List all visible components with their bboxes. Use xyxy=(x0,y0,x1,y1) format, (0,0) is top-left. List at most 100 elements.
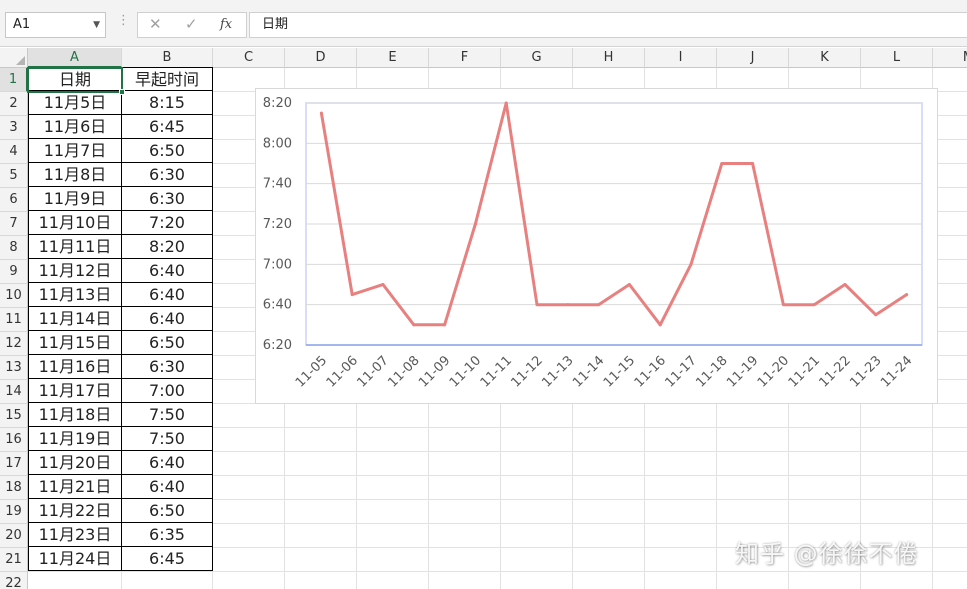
data-point xyxy=(320,112,323,115)
column-header-h[interactable]: H xyxy=(573,48,645,68)
chevron-down-icon[interactable]: ▼ xyxy=(93,13,100,37)
date-cell[interactable]: 11月22日 xyxy=(28,499,122,523)
date-cell[interactable]: 11月7日 xyxy=(28,139,122,163)
row-header-17[interactable]: 17 xyxy=(0,452,28,476)
x-tick-label: 11-17 xyxy=(663,353,700,390)
time-cell[interactable]: 6:45 xyxy=(122,547,213,571)
column-header-l[interactable]: L xyxy=(861,48,933,68)
column-header-a[interactable]: A xyxy=(28,48,122,68)
data-point xyxy=(597,303,600,306)
date-cell[interactable]: 11月6日 xyxy=(28,115,122,139)
time-cell[interactable]: 6:40 xyxy=(122,307,213,331)
name-box[interactable]: A1 ▼ xyxy=(5,12,106,38)
date-cell[interactable]: 11月13日 xyxy=(28,283,122,307)
date-cell[interactable]: 11月16日 xyxy=(28,355,122,379)
time-cell[interactable]: 6:50 xyxy=(122,331,213,355)
line-chart[interactable]: 6:206:407:007:207:408:008:2011-0511-0611… xyxy=(255,88,938,404)
data-point xyxy=(874,313,877,316)
cancel-icon[interactable]: ✕ xyxy=(149,15,162,33)
time-cell[interactable]: 8:20 xyxy=(122,235,213,259)
time-cell[interactable]: 7:00 xyxy=(122,379,213,403)
row-header-6[interactable]: 6 xyxy=(0,188,28,212)
date-cell[interactable]: 11月21日 xyxy=(28,475,122,499)
fx-icon[interactable]: fx xyxy=(220,17,232,32)
time-cell[interactable]: 7:50 xyxy=(122,427,213,451)
row-header-22[interactable]: 22 xyxy=(0,572,28,589)
column-header-c[interactable]: C xyxy=(213,48,285,68)
date-cell[interactable]: 11月5日 xyxy=(28,91,122,115)
row-header-21[interactable]: 21 xyxy=(0,548,28,572)
time-cell[interactable]: 6:40 xyxy=(122,259,213,283)
column-header-k[interactable]: K xyxy=(789,48,861,68)
x-tick-label: 11-20 xyxy=(755,353,792,390)
column-header-e[interactable]: E xyxy=(357,48,429,68)
row-header-16[interactable]: 16 xyxy=(0,428,28,452)
time-cell[interactable]: 6:40 xyxy=(122,475,213,499)
time-cell[interactable]: 6:50 xyxy=(122,499,213,523)
time-cell[interactable]: 6:30 xyxy=(122,355,213,379)
fill-handle[interactable] xyxy=(119,89,125,95)
time-cell[interactable]: 6:35 xyxy=(122,523,213,547)
time-cell[interactable]: 6:40 xyxy=(122,283,213,307)
row-header-20[interactable]: 20 xyxy=(0,524,28,548)
date-cell[interactable]: 11月19日 xyxy=(28,427,122,451)
time-cell[interactable]: 6:45 xyxy=(122,115,213,139)
column-header-i[interactable]: I xyxy=(645,48,717,68)
x-tick-label: 11-18 xyxy=(693,353,730,390)
row-header-2[interactable]: 2 xyxy=(0,92,28,116)
x-tick-label: 11-08 xyxy=(385,353,422,390)
row-header-8[interactable]: 8 xyxy=(0,236,28,260)
time-cell[interactable]: 6:30 xyxy=(122,187,213,211)
date-cell[interactable]: 11月15日 xyxy=(28,331,122,355)
header-cell-wake-time[interactable]: 早起时间 xyxy=(122,67,213,91)
row-header-5[interactable]: 5 xyxy=(0,164,28,188)
row-header-1[interactable]: 1 xyxy=(0,68,28,92)
row-header-9[interactable]: 9 xyxy=(0,260,28,284)
header-cell-date[interactable]: 日期 xyxy=(28,67,122,91)
x-tick-label: 11-24 xyxy=(878,353,915,390)
date-cell[interactable]: 11月10日 xyxy=(28,211,122,235)
formula-input[interactable]: 日期 xyxy=(249,12,967,38)
time-cell[interactable]: 6:30 xyxy=(122,163,213,187)
date-cell[interactable]: 11月24日 xyxy=(28,547,122,571)
row-header-7[interactable]: 7 xyxy=(0,212,28,236)
column-header-j[interactable]: J xyxy=(717,48,789,68)
time-cell[interactable]: 6:50 xyxy=(122,139,213,163)
date-cell[interactable]: 11月17日 xyxy=(28,379,122,403)
date-cell[interactable]: 11月23日 xyxy=(28,523,122,547)
row-header-10[interactable]: 10 xyxy=(0,284,28,308)
date-cell[interactable]: 11月8日 xyxy=(28,163,122,187)
row-header-13[interactable]: 13 xyxy=(0,356,28,380)
date-cell[interactable]: 11月11日 xyxy=(28,235,122,259)
chart-plot: 6:206:407:007:207:408:008:2011-0511-0611… xyxy=(256,89,939,405)
date-cell[interactable]: 11月9日 xyxy=(28,187,122,211)
row-header-19[interactable]: 19 xyxy=(0,500,28,524)
data-point xyxy=(566,303,569,306)
row-header-12[interactable]: 12 xyxy=(0,332,28,356)
enter-icon[interactable]: ✓ xyxy=(185,15,198,33)
time-cell[interactable]: 6:40 xyxy=(122,451,213,475)
data-point xyxy=(505,102,508,105)
row-header-11[interactable]: 11 xyxy=(0,308,28,332)
date-cell[interactable]: 11月12日 xyxy=(28,259,122,283)
time-cell[interactable]: 8:15 xyxy=(122,91,213,115)
row-header-18[interactable]: 18 xyxy=(0,476,28,500)
column-header-f[interactable]: F xyxy=(429,48,501,68)
time-cell[interactable]: 7:50 xyxy=(122,403,213,427)
time-cell[interactable]: 7:20 xyxy=(122,211,213,235)
row-header-4[interactable]: 4 xyxy=(0,140,28,164)
column-header-m[interactable]: M xyxy=(933,48,967,68)
data-point xyxy=(844,283,847,286)
column-header-d[interactable]: D xyxy=(285,48,357,68)
row-header-15[interactable]: 15 xyxy=(0,404,28,428)
x-tick-label: 11-06 xyxy=(324,353,361,390)
select-all-corner[interactable] xyxy=(0,48,28,68)
row-header-14[interactable]: 14 xyxy=(0,380,28,404)
date-cell[interactable]: 11月20日 xyxy=(28,451,122,475)
column-header-g[interactable]: G xyxy=(501,48,573,68)
x-tick-label: 11-14 xyxy=(570,353,607,390)
column-header-b[interactable]: B xyxy=(122,48,213,68)
date-cell[interactable]: 11月18日 xyxy=(28,403,122,427)
row-header-3[interactable]: 3 xyxy=(0,116,28,140)
date-cell[interactable]: 11月14日 xyxy=(28,307,122,331)
